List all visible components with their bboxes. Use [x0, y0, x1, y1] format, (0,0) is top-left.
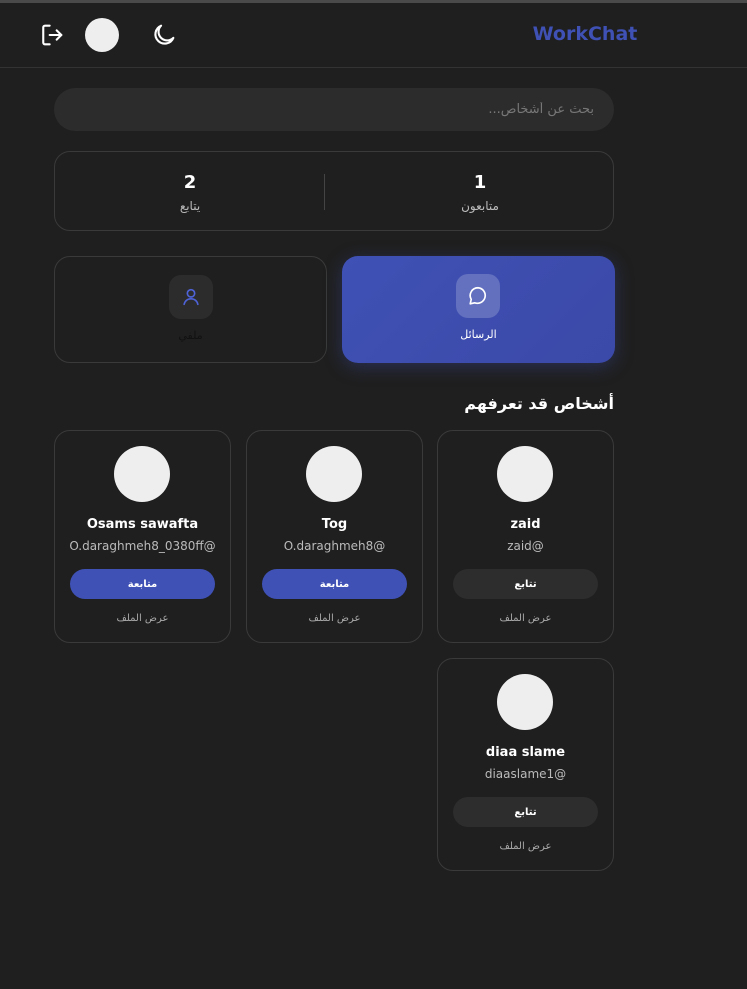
- person-avatar[interactable]: [114, 446, 170, 502]
- view-profile-link[interactable]: عرض الملف: [438, 613, 613, 624]
- person-name: diaa slame: [485, 745, 566, 760]
- my-profile-card[interactable]: ملفي: [54, 256, 327, 363]
- app-logo[interactable]: WorkChat: [520, 23, 650, 45]
- my-profile-label: ملفي: [178, 329, 203, 342]
- following-button[interactable]: متابعة: [262, 569, 407, 599]
- follow-button[interactable]: تتابع: [453, 569, 598, 599]
- following-label: يتابع: [179, 199, 201, 213]
- view-profile-link[interactable]: عرض الملف: [438, 841, 613, 852]
- person-avatar[interactable]: [306, 446, 362, 502]
- view-profile-link[interactable]: عرض الملف: [55, 613, 230, 624]
- user-icon: [183, 288, 199, 306]
- person-handle: O.daraghmeh8_0380ff@: [69, 539, 216, 553]
- person-name: Tog: [321, 517, 348, 532]
- logout-button[interactable]: [38, 21, 66, 49]
- user-avatar[interactable]: [85, 18, 119, 52]
- followers-label: متابعون: [461, 199, 499, 213]
- person-handle: diaaslame1@: [484, 767, 567, 781]
- person-handle: zaid@: [507, 539, 544, 553]
- person-name: Osams sawafta: [86, 517, 199, 532]
- view-profile-link[interactable]: عرض الملف: [247, 613, 422, 624]
- search-input[interactable]: [54, 88, 614, 131]
- theme-toggle-button[interactable]: [150, 21, 178, 49]
- following-stat[interactable]: 2 يتابع: [55, 152, 325, 230]
- following-button[interactable]: متابعة: [70, 569, 215, 599]
- person-avatar[interactable]: [497, 446, 553, 502]
- person-card: Osams sawafta O.daraghmeh8_0380ff@ متابع…: [54, 430, 231, 643]
- suggestions-title: أشخاص قد تعرفهم: [464, 394, 614, 413]
- person-card: diaa slame diaaslame1@ تتابع عرض الملف: [437, 658, 614, 871]
- moon-icon: [154, 24, 175, 45]
- follow-button[interactable]: تتابع: [453, 797, 598, 827]
- following-count: 2: [183, 172, 197, 193]
- messages-card[interactable]: الرسائل: [342, 256, 615, 363]
- messages-icon-box: [456, 274, 500, 318]
- person-card: Tog O.daraghmeh8@ متابعة عرض الملف: [246, 430, 423, 643]
- profile-icon-box: [169, 275, 213, 319]
- followers-count: 1: [473, 172, 487, 193]
- person-handle: O.daraghmeh8@: [283, 539, 386, 553]
- messages-label: الرسائل: [460, 328, 497, 341]
- stats-panel: 2 يتابع 1 متابعون: [54, 151, 614, 231]
- followers-stat[interactable]: 1 متابعون: [345, 152, 615, 230]
- app-header: WorkChat: [0, 3, 747, 68]
- logout-icon: [42, 24, 63, 46]
- stats-divider: [324, 174, 325, 210]
- person-avatar[interactable]: [497, 674, 553, 730]
- person-card: zaid zaid@ تتابع عرض الملف: [437, 430, 614, 643]
- chat-bubble-icon: [469, 286, 487, 305]
- person-name: zaid: [510, 517, 541, 532]
